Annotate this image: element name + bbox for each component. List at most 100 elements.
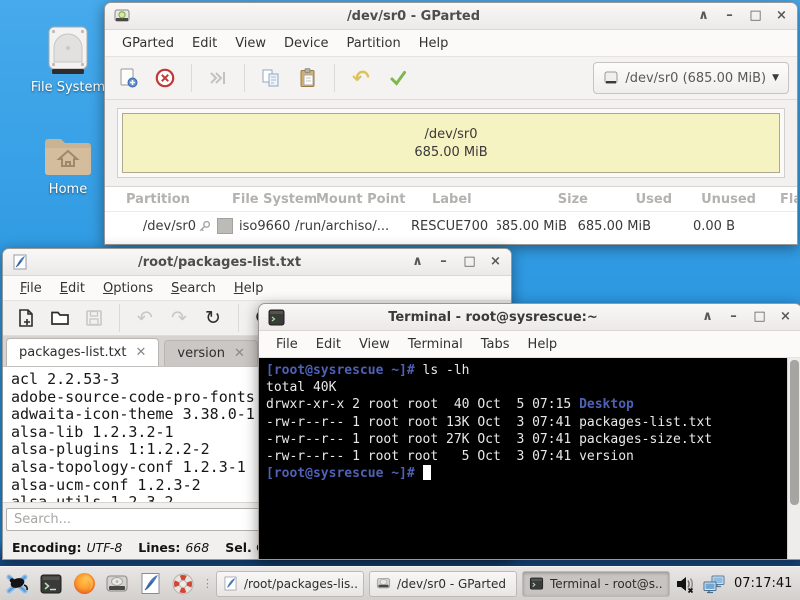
paste-button[interactable] [293,63,323,93]
undo-button[interactable]: ↶ [346,63,376,93]
column-header-file-system[interactable]: File System [232,192,316,207]
task-button-gparted[interactable]: /dev/sr0 - GParted [369,571,517,597]
column-header-flags[interactable]: Flags [756,192,797,207]
applications-menu-button[interactable] [4,570,32,598]
clock[interactable]: 07:17:41 [732,576,797,591]
save-button[interactable] [81,305,107,331]
column-header-unused[interactable]: Unused [672,192,756,207]
editor-menu-edit[interactable]: Edit [51,278,94,299]
terminal-menu-view[interactable]: View [350,334,399,355]
help-launcher[interactable] [169,570,197,598]
panel-handle[interactable]: ⋮ [202,581,211,586]
task-label: /root/packages-lis... [244,577,357,591]
terminal-line: -rw-r--r-- 1 root root 5 Oct 3 07:41 ver… [266,448,783,465]
redo-icon: ↷ [171,309,187,328]
undo-icon: ↶ [137,309,153,328]
terminal-menu-tabs[interactable]: Tabs [472,334,519,355]
terminal-titlebar[interactable]: Terminal - root@sysrescue:~ ∧ – □ × [259,304,800,331]
undo-button[interactable]: ↶ [132,305,158,331]
gparted-menu-help[interactable]: Help [410,33,458,54]
column-header-label[interactable]: Label [422,192,518,207]
gparted-disk-icon [105,572,129,596]
desktop-icon-file-system[interactable]: File System [20,24,116,95]
apply-button[interactable] [383,63,413,93]
resize-move-button[interactable] [203,63,233,93]
gparted-menu-gparted[interactable]: GParted [113,33,183,54]
network-icon[interactable] [702,573,727,595]
minimize-button[interactable]: – [437,250,450,274]
column-header-size[interactable]: Size [518,192,588,207]
terminal-menu-help[interactable]: Help [519,334,567,355]
maximize-button[interactable]: □ [749,4,762,28]
terminal-output[interactable]: [root@sysrescue ~]# ls -lhtotal 40Kdrwxr… [259,358,800,559]
copy-icon [260,67,282,89]
task-button-editor[interactable]: /root/packages-lis... [216,571,364,597]
editor-menu-help[interactable]: Help [225,278,273,299]
shade-button[interactable]: ∧ [411,250,424,274]
editor-menu-file[interactable]: File [11,278,51,299]
terminal-menubar: FileEditViewTerminalTabsHelp [259,331,800,358]
home-folder-icon [42,134,94,178]
delete-partition-button[interactable] [150,63,180,93]
open-file-button[interactable] [47,305,73,331]
text-editor-launcher[interactable] [136,570,164,598]
toolbar-separator [334,64,335,92]
gparted-menu-partition[interactable]: Partition [338,33,410,54]
firefox-launcher[interactable] [70,570,98,598]
partition-row[interactable]: /dev/sr0iso9660/run/archiso/...RESCUE700… [105,212,797,240]
device-selector[interactable]: /dev/sr0 (685.00 MiB) ▼ [593,62,789,94]
maximize-button[interactable]: □ [753,305,766,329]
column-header-mount-point[interactable]: Mount Point [316,192,422,207]
gparted-menu-view[interactable]: View [226,33,275,54]
editor-tab-packages-list.txt[interactable]: packages-list.txt✕ [6,338,159,366]
editor-menu-options[interactable]: Options [94,278,162,299]
desktop-icon-home[interactable]: Home [20,134,116,197]
minimize-button[interactable]: – [727,305,740,329]
editor-menu-search[interactable]: Search [162,278,225,299]
shade-button[interactable]: ∧ [697,4,710,28]
terminal-menu-file[interactable]: File [267,334,307,355]
partition-cell-2: /run/archiso/... [295,219,401,234]
terminal-launcher[interactable] [37,570,65,598]
mounted-key-icon [198,220,211,233]
shade-button[interactable]: ∧ [701,305,714,329]
minimize-button[interactable]: – [723,4,736,28]
copy-button[interactable] [256,63,286,93]
undo-icon: ↶ [352,68,370,89]
filesystem-color-swatch [217,218,233,234]
tab-close-icon[interactable]: ✕ [135,345,146,360]
volume-muted-icon[interactable] [675,573,697,595]
editor-tab-version[interactable]: version✕ [164,340,258,366]
editor-titlebar[interactable]: /root/packages-list.txt ∧ – □ × [3,249,511,276]
gparted-launcher[interactable] [103,570,131,598]
scrollbar-thumb[interactable] [790,360,799,505]
new-partition-button[interactable] [113,63,143,93]
gparted-disk-icon [376,576,391,591]
terminal-menu-terminal[interactable]: Terminal [399,334,472,355]
disk-visual-device: /dev/sr0 [424,127,477,142]
close-button[interactable]: × [775,4,788,28]
new-file-button[interactable] [13,305,39,331]
disk-visual[interactable]: /dev/sr0 685.00 MiB [122,113,780,173]
chevron-down-icon: ▼ [772,73,779,83]
open-folder-icon [50,308,70,328]
close-button[interactable]: × [489,250,502,274]
column-header-used[interactable]: Used [588,192,672,207]
terminal-scrollbar[interactable] [787,358,800,559]
maximize-button[interactable]: □ [463,250,476,274]
gparted-titlebar[interactable]: /dev/sr0 - GParted ∧ – □ × [105,3,797,30]
reload-button[interactable]: ↻ [200,305,226,331]
terminal-menu-edit[interactable]: Edit [307,334,350,355]
firefox-icon [72,571,97,596]
window-title: /dev/sr0 - GParted [137,9,690,24]
partition-cell-0: /dev/sr0 [105,219,211,234]
gparted-menu-edit[interactable]: Edit [183,33,226,54]
partition-cell-5: 685.00 MiB [567,219,651,234]
redo-button[interactable]: ↷ [166,305,192,331]
column-header-partition[interactable]: Partition [105,192,232,207]
gparted-menu-device[interactable]: Device [275,33,337,54]
close-button[interactable]: × [779,305,792,329]
lifebuoy-help-icon [171,572,195,596]
task-button-terminal[interactable]: Terminal - root@s... [522,571,670,597]
tab-close-icon[interactable]: ✕ [234,346,245,361]
